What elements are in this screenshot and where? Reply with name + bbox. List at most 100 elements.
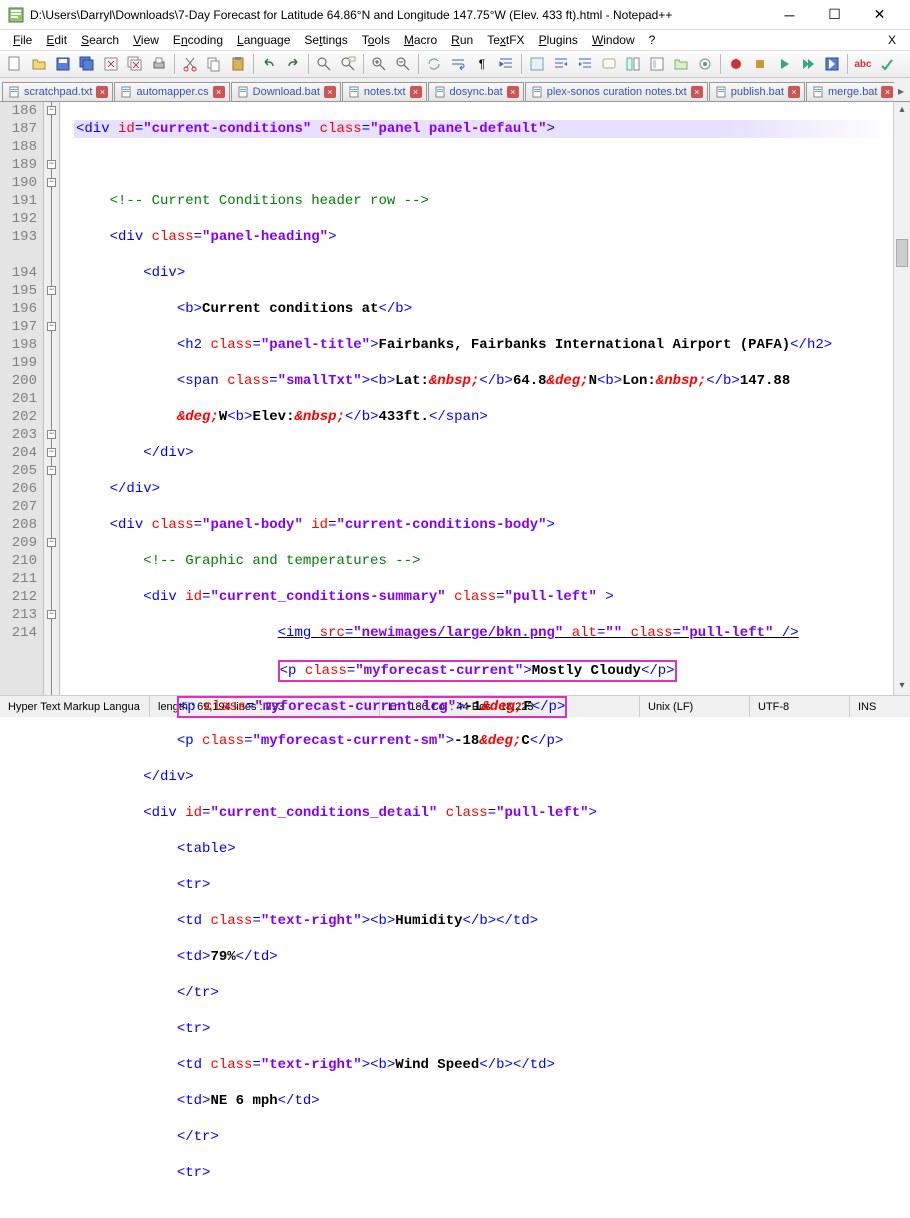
tab-label: publish.bat	[731, 86, 784, 98]
close-button[interactable]: ✕	[857, 1, 902, 29]
tab-label: dosync.bat	[450, 86, 503, 98]
tb-record[interactable]	[725, 53, 747, 75]
change-margin	[60, 102, 74, 695]
document-tab[interactable]: merge.bat×	[806, 82, 894, 101]
editor: 1861871881891901911921931941951961971981…	[0, 102, 910, 695]
tb-allchars[interactable]: ¶	[471, 53, 493, 75]
file-icon	[238, 86, 250, 98]
menu-plugins[interactable]: Plugins	[532, 31, 585, 49]
tab-close-icon[interactable]: ×	[507, 86, 519, 98]
file-icon	[813, 86, 825, 98]
tab-label: plex-sonos curation notes.txt	[547, 86, 687, 98]
document-tab[interactable]: automapper.cs ×	[114, 82, 229, 101]
tb-folder[interactable]	[670, 53, 692, 75]
file-icon	[716, 86, 728, 98]
menu-edit[interactable]: Edit	[39, 31, 74, 49]
document-tab[interactable]: notes.txt ×	[342, 82, 427, 101]
tb-comment[interactable]	[598, 53, 620, 75]
menu-bar: File Edit Search View Encoding Language …	[0, 30, 910, 50]
menu-encoding[interactable]: Encoding	[166, 31, 230, 49]
tb-redo[interactable]	[282, 53, 304, 75]
tab-scroll-right[interactable]: ▸	[894, 81, 908, 101]
tb-open[interactable]	[28, 53, 50, 75]
tab-close-icon[interactable]: ×	[324, 86, 336, 98]
tb-zoomin[interactable]	[368, 53, 390, 75]
menu-tools[interactable]: Tools	[355, 31, 397, 49]
tb-playmulti[interactable]	[797, 53, 819, 75]
tb-lang[interactable]	[526, 53, 548, 75]
tb-closeall[interactable]	[124, 53, 146, 75]
tab-close-icon[interactable]: ×	[410, 86, 422, 98]
tb-paste[interactable]	[227, 53, 249, 75]
document-tab[interactable]: publish.bat ×	[709, 82, 805, 101]
menu-macro[interactable]: Macro	[397, 31, 444, 49]
tb-find[interactable]	[313, 53, 335, 75]
tb-sync[interactable]	[423, 53, 445, 75]
minimize-button[interactable]: ─	[767, 1, 812, 29]
tab-label: automapper.cs	[136, 86, 208, 98]
tb-indentdec[interactable]	[550, 53, 572, 75]
highlight-box-2: <p class="myforecast-current-lrg">-1&deg…	[177, 696, 568, 718]
menu-language[interactable]: Language	[230, 31, 297, 49]
file-icon	[532, 86, 544, 98]
document-tab[interactable]: plex-sonos curation notes.txt ×	[525, 82, 708, 101]
file-icon	[435, 86, 447, 98]
menu-window[interactable]: Window	[585, 31, 642, 49]
tb-undo[interactable]	[258, 53, 280, 75]
tb-spell[interactable]: abc	[852, 53, 874, 75]
tb-closetab[interactable]	[100, 53, 122, 75]
tab-close-icon[interactable]: ×	[788, 86, 800, 98]
maximize-button[interactable]: ☐	[812, 1, 857, 29]
document-tab[interactable]: dosync.bat ×	[428, 82, 524, 101]
tb-monitor[interactable]	[694, 53, 716, 75]
highlight-box-1: <p class="myforecast-current">Mostly Clo…	[278, 660, 677, 682]
tab-close-icon[interactable]: ×	[96, 86, 108, 98]
tb-docmap[interactable]	[646, 53, 668, 75]
tab-label: Download.bat	[253, 86, 320, 98]
menu-view[interactable]: View	[126, 31, 166, 49]
file-icon	[349, 86, 361, 98]
tb-saveall[interactable]	[76, 53, 98, 75]
vertical-scrollbar[interactable]: ▴ ▾	[893, 102, 910, 695]
menu-file[interactable]: File	[6, 31, 39, 49]
tab-close-icon[interactable]: ×	[881, 86, 893, 98]
tb-indentinc[interactable]	[574, 53, 596, 75]
file-icon	[121, 86, 133, 98]
tb-funclist[interactable]	[622, 53, 644, 75]
scroll-up[interactable]: ▴	[894, 102, 910, 119]
tb-indent[interactable]	[495, 53, 517, 75]
menu-textfx[interactable]: TextFX	[480, 31, 531, 49]
tab-bar: scratchpad.txt×automapper.cs×Download.ba…	[0, 78, 910, 102]
document-tab[interactable]: scratchpad.txt ×	[2, 82, 113, 101]
tb-copy[interactable]	[203, 53, 225, 75]
window-titlebar: D:\Users\Darryl\Downloads\7-Day Forecast…	[0, 0, 910, 30]
tab-label: scratchpad.txt	[24, 86, 92, 98]
tb-zoomout[interactable]	[392, 53, 414, 75]
menu-settings[interactable]: Settings	[297, 31, 354, 49]
line-number-gutter: 1861871881891901911921931941951961971981…	[0, 102, 44, 695]
tb-stop[interactable]	[749, 53, 771, 75]
menu-search[interactable]: Search	[74, 31, 126, 49]
tb-play[interactable]	[773, 53, 795, 75]
menu-run[interactable]: Run	[444, 31, 480, 49]
tb-new[interactable]	[4, 53, 26, 75]
document-tab[interactable]: Download.bat ×	[231, 82, 341, 101]
menu-help[interactable]: ?	[642, 31, 663, 49]
scroll-down[interactable]: ▾	[894, 678, 910, 695]
window-title: D:\Users\Darryl\Downloads\7-Day Forecast…	[30, 8, 767, 22]
app-icon	[8, 7, 24, 23]
tb-savemacro[interactable]	[821, 53, 843, 75]
tb-print[interactable]	[148, 53, 170, 75]
tb-wrap[interactable]	[447, 53, 469, 75]
file-icon	[9, 86, 21, 98]
tab-label: notes.txt	[364, 86, 406, 98]
tb-save[interactable]	[52, 53, 74, 75]
menu-x[interactable]: X	[888, 33, 904, 47]
tb-cut[interactable]	[179, 53, 201, 75]
tb-spell2[interactable]	[876, 53, 898, 75]
tab-close-icon[interactable]: ×	[213, 86, 225, 98]
fold-margin[interactable]: − − − − − − − − − −	[44, 102, 60, 695]
tb-replace[interactable]	[337, 53, 359, 75]
tab-close-icon[interactable]: ×	[691, 86, 703, 98]
code-area[interactable]: <div id="current-conditions" class="pane…	[74, 102, 893, 695]
